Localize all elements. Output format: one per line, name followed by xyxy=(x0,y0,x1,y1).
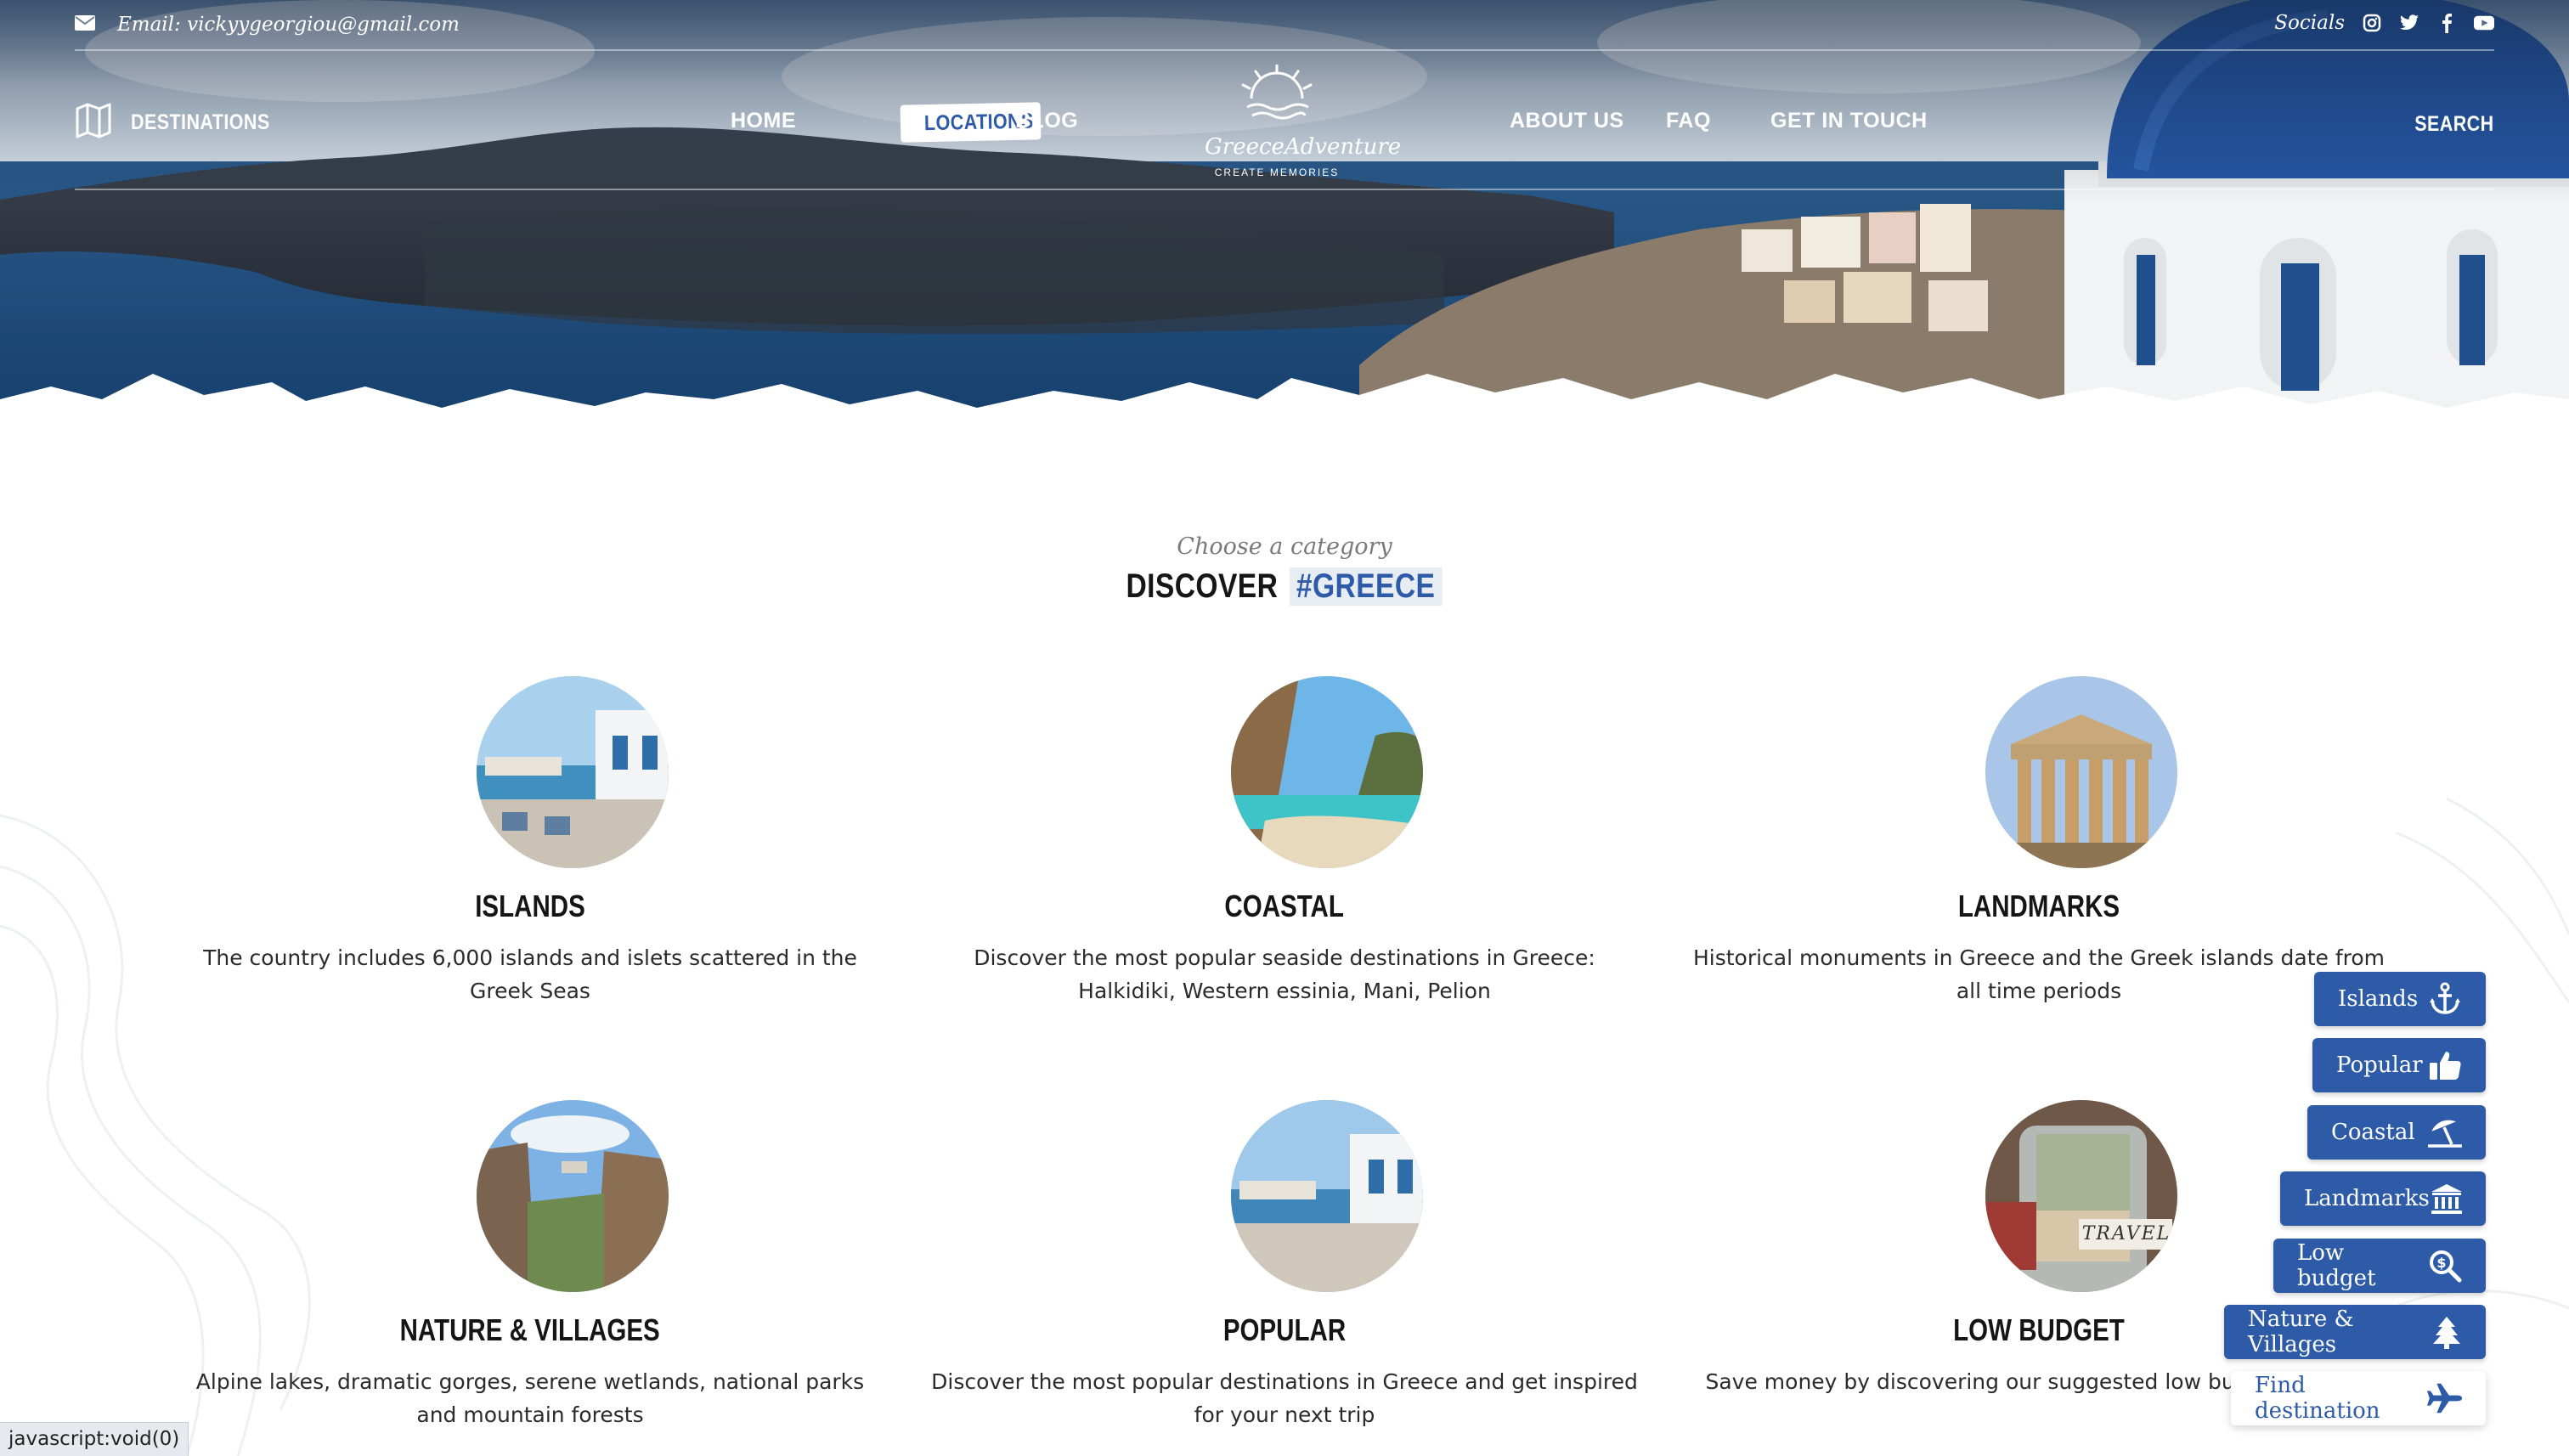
heading-hashtag: #GREECE xyxy=(1289,567,1443,606)
low-budget-photo[interactable]: TRAVEL xyxy=(1985,1100,2177,1292)
category-title: LANDMARKS xyxy=(1957,889,2120,923)
search-dollar-icon: $ xyxy=(2427,1247,2464,1284)
category-description: Discover the most popular seaside destin… xyxy=(974,945,1595,1003)
nav-get-in-touch-label: GET IN TOUCH xyxy=(1770,109,1928,133)
filter-nature-villages-label: Nature & Villages xyxy=(2248,1306,2354,1357)
twitter-icon[interactable] xyxy=(2399,13,2419,33)
heading-discover: DISCOVER xyxy=(1126,567,1279,605)
category-title: NATURE & VILLAGES xyxy=(399,1312,661,1347)
travel-jar-label: TRAVEL xyxy=(2081,1223,2171,1244)
socials-label: Socials xyxy=(2274,12,2345,34)
beach-umbrella-icon xyxy=(2426,1114,2464,1151)
envelope-icon xyxy=(75,14,95,36)
category-description: Alpine lakes, dramatic gorges, serene we… xyxy=(195,1369,865,1427)
logo-tagline: CREATE MEMORIES xyxy=(1214,166,1340,178)
destinations-link[interactable]: DESTINATIONS xyxy=(75,102,292,143)
section-heading: DISCOVER #GREECE xyxy=(0,567,2569,606)
filter-popular-label: Popular xyxy=(2336,1052,2423,1078)
tree-icon xyxy=(2430,1313,2464,1351)
category-title: POPULAR xyxy=(1222,1312,1347,1347)
category-description: Historical monuments in Greece and the G… xyxy=(1692,945,2386,1003)
nature-villages-photo[interactable] xyxy=(477,1100,669,1292)
filter-coastal-label: Coastal xyxy=(2331,1120,2415,1145)
islands-photo[interactable] xyxy=(477,676,669,868)
thumbs-up-icon xyxy=(2426,1047,2464,1084)
popular-photo[interactable] xyxy=(1231,1100,1423,1292)
destinations-label: DESTINATIONS xyxy=(131,110,270,134)
search-label: SEARCH xyxy=(2414,112,2494,136)
filter-landmarks-button[interactable]: Landmarks xyxy=(2280,1171,2486,1226)
main-nav: DESTINATIONS HOME LOCATIONS BLOG GreeceA… xyxy=(75,53,2494,190)
sun-waves-icon xyxy=(1241,63,1313,120)
logo-brand: GreeceAdventure xyxy=(1205,134,1402,160)
instagram-icon[interactable] xyxy=(2362,13,2382,33)
nav-faq-label: FAQ xyxy=(1666,109,1711,133)
top-bar: Email: vickyygeorgiou@gmail.com Socials xyxy=(75,0,2494,51)
email-contact[interactable]: Email: vickyygeorgiou@gmail.com xyxy=(75,14,460,36)
filter-low-budget-label: Low budget xyxy=(2297,1240,2376,1291)
svg-text:$: $ xyxy=(2437,1255,2447,1271)
browser-status-bar: javascript:void(0) xyxy=(0,1422,189,1456)
filter-landmarks-label: Landmarks xyxy=(2304,1186,2430,1211)
nav-home-label: HOME xyxy=(731,109,796,133)
find-destination-button[interactable]: Find destination xyxy=(2231,1371,2486,1425)
nav-about-us-label: ABOUT US xyxy=(1510,109,1624,133)
socials: Socials xyxy=(2274,12,2494,34)
plane-icon xyxy=(2426,1380,2464,1417)
youtube-icon[interactable] xyxy=(2474,13,2494,33)
nav-faq[interactable]: FAQ xyxy=(1666,109,1711,133)
nav-get-in-touch[interactable]: GET IN TOUCH xyxy=(1770,109,1928,133)
category-title: ISLANDS xyxy=(475,889,585,923)
filter-islands-button[interactable]: Islands xyxy=(2314,972,2486,1026)
nav-about-us[interactable]: ABOUT US xyxy=(1510,109,1624,133)
filter-low-budget-button[interactable]: Low budget $ xyxy=(2273,1239,2486,1293)
anchor-icon xyxy=(2426,980,2464,1018)
nav-blog-label: BLOG xyxy=(1015,109,1079,133)
filter-popular-button[interactable]: Popular xyxy=(2312,1038,2486,1092)
nav-blog[interactable]: BLOG xyxy=(1015,109,1078,133)
hero-banner: Email: vickyygeorgiou@gmail.com Socials … xyxy=(0,0,2569,476)
filter-islands-label: Islands xyxy=(2338,986,2419,1012)
nav-home[interactable]: HOME xyxy=(731,109,796,133)
landmarks-photo[interactable] xyxy=(1985,676,2177,868)
coastal-photo[interactable] xyxy=(1231,676,1423,868)
section-kicker: Choose a category xyxy=(1177,533,1392,560)
category-description: The country includes 6,000 islands and i… xyxy=(203,945,857,1003)
email-text: Email: vickyygeorgiou@gmail.com xyxy=(117,14,460,36)
site-logo[interactable]: GreeceAdventure CREATE MEMORIES xyxy=(1205,63,1402,183)
facebook-icon[interactable] xyxy=(2436,13,2457,33)
category-description: Discover the most popular destinations i… xyxy=(931,1369,1638,1427)
filter-nature-villages-button[interactable]: Nature & Villages xyxy=(2224,1305,2486,1359)
search-link[interactable]: SEARCH xyxy=(2402,112,2494,137)
category-title: COASTAL xyxy=(1224,889,1345,923)
filter-coastal-button[interactable]: Coastal xyxy=(2307,1105,2486,1160)
map-icon xyxy=(75,102,112,143)
find-destination-label: Find destination xyxy=(2255,1373,2380,1424)
bank-icon xyxy=(2430,1180,2464,1217)
